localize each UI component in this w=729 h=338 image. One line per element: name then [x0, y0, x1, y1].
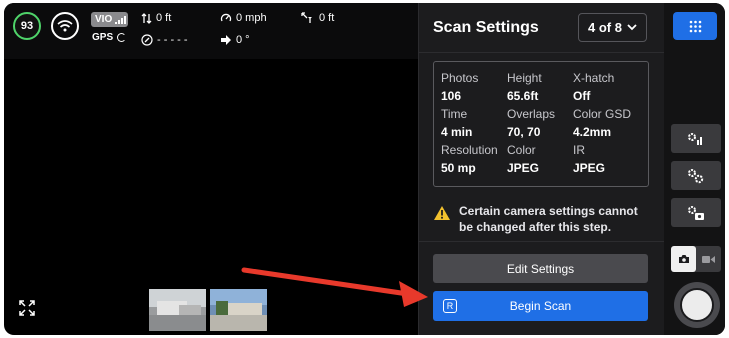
altitude-icon: [141, 12, 152, 24]
drone-app-screen: 93 VIO GPS 0 ft - - - - - 0 mph 0 ° 0 ft…: [4, 3, 725, 335]
divider: [419, 241, 665, 242]
settings-camera-button[interactable]: [671, 161, 721, 190]
vio-label: VIO: [95, 14, 113, 25]
signal-bars-icon: [115, 15, 127, 24]
distance-value: 0 ft: [319, 12, 335, 24]
scan-summary-grid: Photos 106 Height 65.6ft X-hatch Off Time 4 …: [433, 61, 649, 187]
speedometer-icon: [220, 13, 232, 22]
settings-photo-button[interactable]: [671, 198, 721, 227]
video-icon: [702, 255, 715, 263]
divider: [419, 52, 665, 53]
gear-signal-icon: [688, 132, 702, 145]
settings-warning: Certain camera settings cannot be change…: [433, 203, 653, 235]
stat-height: Height 65.6ft: [507, 71, 542, 103]
shutter-inner: [680, 288, 714, 322]
heading-icon: [221, 35, 231, 45]
stat-color-gsd: Color GSD 4.2mm: [573, 107, 632, 139]
grid-menu-icon: [689, 20, 701, 32]
capture-mode-toggle[interactable]: [671, 246, 721, 272]
gear-settings-icon: [688, 168, 704, 183]
vio-status: VIO: [91, 12, 128, 27]
gps-status: GPS: [92, 32, 127, 43]
stat-overlaps: Overlaps 70, 70: [507, 107, 556, 139]
distance-readout: 0 ft: [301, 12, 334, 24]
step-selector[interactable]: 4 of 8: [578, 13, 647, 42]
camera-thumbnail-color[interactable]: [149, 289, 206, 331]
stat-resolution: Resolution 50 mp: [441, 143, 498, 175]
telemetry-bar: 93 VIO GPS 0 ft - - - - - 0 mph 0 ° 0 ft: [4, 3, 418, 59]
compass-readout: - - - - -: [141, 34, 188, 46]
battery-indicator: 93: [13, 12, 41, 40]
gps-label: GPS: [92, 32, 114, 43]
altitude-readout: 0 ft: [141, 12, 171, 24]
edit-settings-button[interactable]: Edit Settings: [433, 254, 648, 283]
photo-mode[interactable]: [671, 246, 696, 272]
gps-loading-icon: [117, 33, 127, 42]
expand-icon[interactable]: [18, 299, 36, 317]
stat-photos: Photos 106: [441, 71, 479, 103]
step-indicator: 4 of 8: [588, 20, 622, 35]
stat-xhatch: X-hatch Off: [573, 71, 615, 103]
grid-menu-button[interactable]: [673, 12, 717, 40]
heading-value: 0 °: [236, 34, 250, 46]
keyboard-shortcut-badge: R: [443, 299, 457, 313]
begin-scan-label: Begin Scan: [509, 299, 572, 313]
battery-level: 93: [20, 20, 34, 32]
compass-value: - - - - -: [157, 34, 188, 46]
camera-thumbnail-ir[interactable]: [210, 289, 267, 331]
stat-ir-format: IR JPEG: [573, 143, 606, 175]
begin-scan-button[interactable]: R Begin Scan: [433, 291, 648, 321]
speed-readout: 0 mph: [220, 12, 267, 24]
right-toolbar: [664, 3, 725, 335]
stat-color-format: Color JPEG: [507, 143, 540, 175]
warning-text: Certain camera settings cannot be change…: [459, 204, 638, 234]
warning-icon: [434, 206, 450, 220]
shutter-button[interactable]: [674, 282, 720, 328]
distance-icon: [301, 12, 312, 23]
compass-icon: [141, 34, 153, 46]
wifi-icon: [51, 12, 79, 40]
heading-readout: 0 °: [220, 34, 250, 46]
camera-icon: [678, 255, 689, 263]
stat-time: Time 4 min: [441, 107, 473, 139]
chevron-down-icon: [627, 24, 637, 31]
gear-camera-icon: [688, 205, 704, 220]
scan-settings-panel: Scan Settings 4 of 8 Photos 106 Height 65.…: [418, 3, 665, 335]
panel-title: Scan Settings: [433, 19, 539, 36]
speed-value: 0 mph: [236, 12, 267, 24]
altitude-value: 0 ft: [156, 12, 172, 24]
settings-signal-button[interactable]: [671, 124, 721, 153]
video-mode[interactable]: [696, 246, 721, 272]
